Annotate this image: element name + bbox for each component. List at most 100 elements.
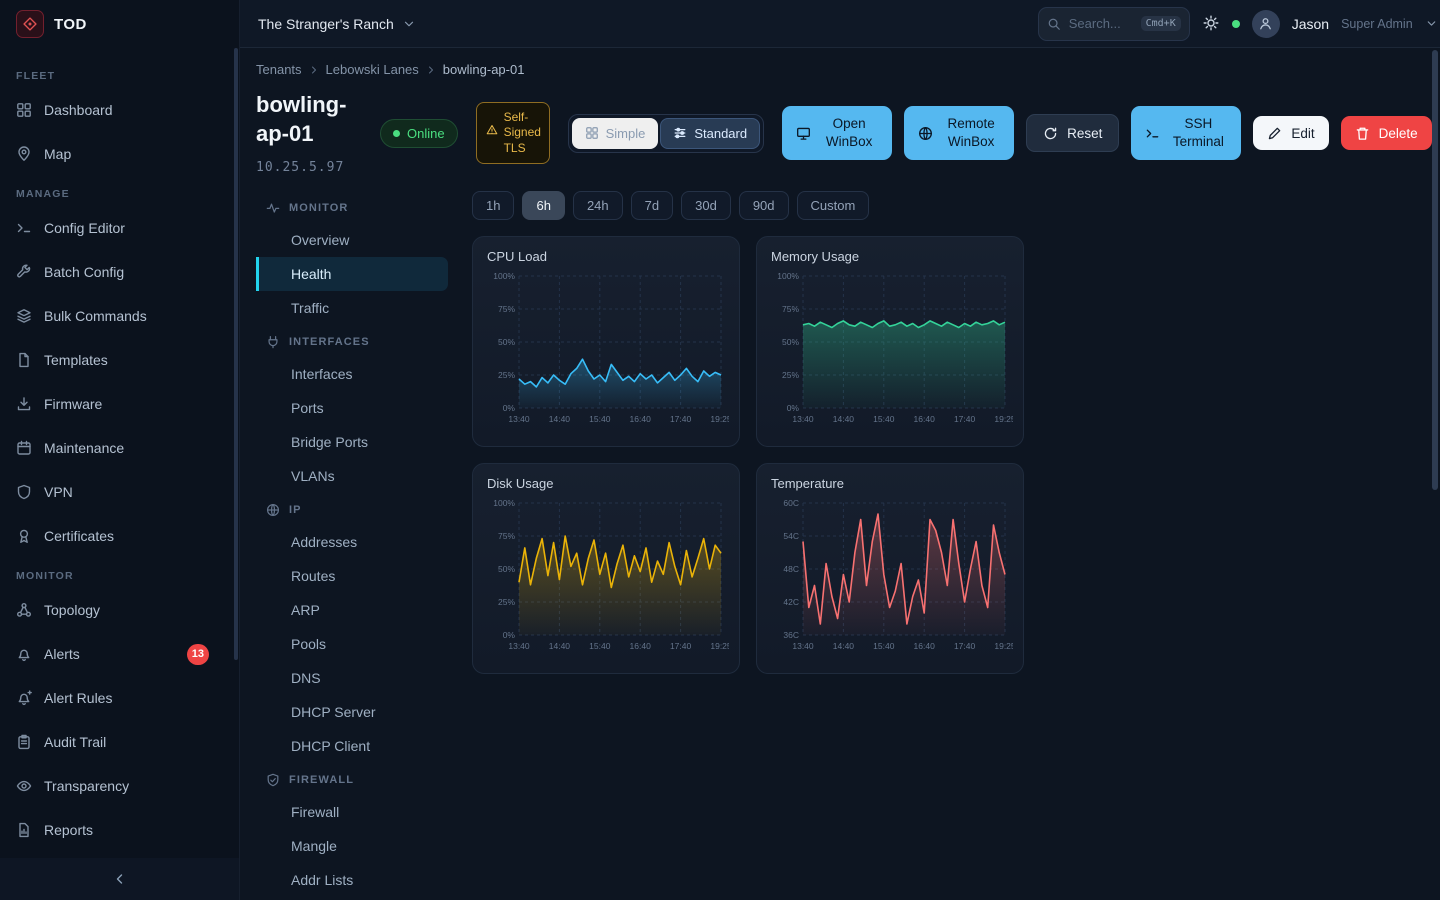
subnav-item-health[interactable]: Health xyxy=(256,257,448,291)
user-icon xyxy=(1258,16,1273,31)
subnav-item-vlans[interactable]: VLANs xyxy=(256,459,448,493)
subnav-item-pools[interactable]: Pools xyxy=(256,627,448,661)
chart-plot: 100%75%50%25%0%13:4014:4015:4016:4017:40… xyxy=(485,270,729,428)
subnav-item-firewall[interactable]: Firewall xyxy=(256,795,448,829)
time-range-7d[interactable]: 7d xyxy=(631,191,673,220)
subnav-item-ports[interactable]: Ports xyxy=(256,391,448,425)
sidebar-item-audit-trail[interactable]: Audit Trail xyxy=(0,720,239,764)
subnav-item-bridge-ports[interactable]: Bridge Ports xyxy=(256,425,448,459)
bell-icon xyxy=(16,646,32,662)
sidebar-item-bulk-commands[interactable]: Bulk Commands xyxy=(0,294,239,338)
shield-icon xyxy=(16,484,32,500)
time-range-custom[interactable]: Custom xyxy=(797,191,870,220)
sidebar: TOD FLEETDashboardMapMANAGEConfig Editor… xyxy=(0,0,240,900)
view-mode-simple[interactable]: Simple xyxy=(572,118,659,149)
sidebar-item-label: Alert Rules xyxy=(44,690,112,706)
sidebar-item-batch-config[interactable]: Batch Config xyxy=(0,250,239,294)
sidebar-item-topology[interactable]: Topology xyxy=(0,588,239,632)
subnav-item-routes[interactable]: Routes xyxy=(256,559,448,593)
page-scrollbar[interactable] xyxy=(1432,50,1438,490)
status-badge: Online xyxy=(380,119,458,148)
open-winbox-button[interactable]: Open WinBox xyxy=(782,106,892,160)
time-range-1h[interactable]: 1h xyxy=(472,191,514,220)
breadcrumb-tenants[interactable]: Tenants xyxy=(256,62,302,77)
search-shortcut-badge: Cmd+K xyxy=(1141,16,1181,31)
sidebar-item-config-editor[interactable]: Config Editor xyxy=(0,206,239,250)
terminal-icon xyxy=(1145,126,1160,141)
chevron-left-icon xyxy=(112,871,128,887)
time-range-90d[interactable]: 90d xyxy=(739,191,789,220)
sidebar-item-transparency[interactable]: Transparency xyxy=(0,764,239,808)
sidebar-scrollbar[interactable] xyxy=(234,48,238,660)
sidebar-item-label: Bulk Commands xyxy=(44,308,147,324)
subnav-section-label: IP xyxy=(289,504,302,516)
delete-label: Delete xyxy=(1379,126,1418,141)
subnav-item-addresses[interactable]: Addresses xyxy=(256,525,448,559)
ssh-terminal-button[interactable]: SSH Terminal xyxy=(1131,106,1241,160)
subnav-item-dhcp-client[interactable]: DHCP Client xyxy=(256,729,448,763)
sidebar-item-reports[interactable]: Reports xyxy=(0,808,239,852)
user-name: Jason xyxy=(1292,16,1329,32)
subnav-section-label: FIREWALL xyxy=(289,774,354,786)
sidebar-item-alert-rules[interactable]: Alert Rules xyxy=(0,676,239,720)
topbar: The Stranger's Ranch Cmd+K Jason Super A… xyxy=(240,0,1440,48)
subnav-item-dns[interactable]: DNS xyxy=(256,661,448,695)
page-title: bowling-ap-01 xyxy=(256,91,362,148)
sidebar-section-label-monitor: MONITOR xyxy=(0,558,239,588)
view-mode-standard[interactable]: Standard xyxy=(660,118,760,149)
view-mode-label: Simple xyxy=(606,126,646,141)
sidebar-item-dashboard[interactable]: Dashboard xyxy=(0,88,239,132)
sidebar-item-maintenance[interactable]: Maintenance xyxy=(0,426,239,470)
subnav-item-arp[interactable]: ARP xyxy=(256,593,448,627)
time-range-6h[interactable]: 6h xyxy=(522,191,564,220)
globe-icon xyxy=(918,126,933,141)
sidebar-item-alerts[interactable]: Alerts13 xyxy=(0,632,239,676)
user-role: Super Admin xyxy=(1341,17,1413,31)
sidebar-section-label-fleet: FLEET xyxy=(0,58,239,88)
svg-text:16:40: 16:40 xyxy=(630,641,652,651)
svg-text:36C: 36C xyxy=(783,630,799,640)
svg-text:25%: 25% xyxy=(498,370,515,380)
time-range-24h[interactable]: 24h xyxy=(573,191,623,220)
tenant-switcher[interactable]: The Stranger's Ranch xyxy=(258,16,416,32)
search-input[interactable] xyxy=(1069,16,1133,31)
subnav-item-dhcp-server[interactable]: DHCP Server xyxy=(256,695,448,729)
svg-text:100%: 100% xyxy=(777,271,799,281)
svg-text:0%: 0% xyxy=(787,403,800,413)
grid-small-icon xyxy=(585,126,599,140)
subnav-item-addr-lists[interactable]: Addr Lists xyxy=(256,863,448,897)
sidebar-item-label: Templates xyxy=(44,352,108,368)
sidebar-item-certificates[interactable]: Certificates xyxy=(0,514,239,558)
subnav-item-overview[interactable]: Overview xyxy=(256,223,448,257)
chevron-down-icon[interactable] xyxy=(1425,17,1438,30)
time-range-30d[interactable]: 30d xyxy=(681,191,731,220)
svg-text:14:40: 14:40 xyxy=(549,641,571,651)
svg-text:50%: 50% xyxy=(498,337,515,347)
remote-winbox-button[interactable]: Remote WinBox xyxy=(904,106,1014,160)
search-box[interactable]: Cmd+K xyxy=(1038,7,1190,41)
sidebar-item-map[interactable]: Map xyxy=(0,132,239,176)
svg-text:14:40: 14:40 xyxy=(549,414,571,424)
sidebar-item-firmware[interactable]: Firmware xyxy=(0,382,239,426)
trash-icon xyxy=(1355,126,1370,141)
delete-button[interactable]: Delete xyxy=(1341,116,1432,150)
avatar[interactable] xyxy=(1252,10,1280,38)
subnav-item-traffic[interactable]: Traffic xyxy=(256,291,448,325)
subnav-section-ip: IP xyxy=(256,493,448,525)
subnav-item-mangle[interactable]: Mangle xyxy=(256,829,448,863)
subnav-item-interfaces[interactable]: Interfaces xyxy=(256,357,448,391)
edit-label: Edit xyxy=(1291,126,1314,141)
edit-button[interactable]: Edit xyxy=(1253,116,1328,150)
sidebar-collapse-button[interactable] xyxy=(0,858,239,900)
reset-button[interactable]: Reset xyxy=(1026,114,1119,152)
device-title-block: bowling-ap-01 10.25.5.97 xyxy=(256,91,362,175)
theme-toggle-button[interactable] xyxy=(1202,15,1220,33)
svg-text:13:40: 13:40 xyxy=(508,641,530,651)
breadcrumb-lebowski-lanes[interactable]: Lebowski Lanes xyxy=(326,62,419,77)
svg-text:54C: 54C xyxy=(783,531,799,541)
sidebar-item-vpn[interactable]: VPN xyxy=(0,470,239,514)
sidebar-item-templates[interactable]: Templates xyxy=(0,338,239,382)
chart-plot: 100%75%50%25%0%13:4014:4015:4016:4017:40… xyxy=(769,270,1013,428)
svg-text:15:40: 15:40 xyxy=(589,641,611,651)
breadcrumb-bowling-ap-01: bowling-ap-01 xyxy=(443,62,525,77)
